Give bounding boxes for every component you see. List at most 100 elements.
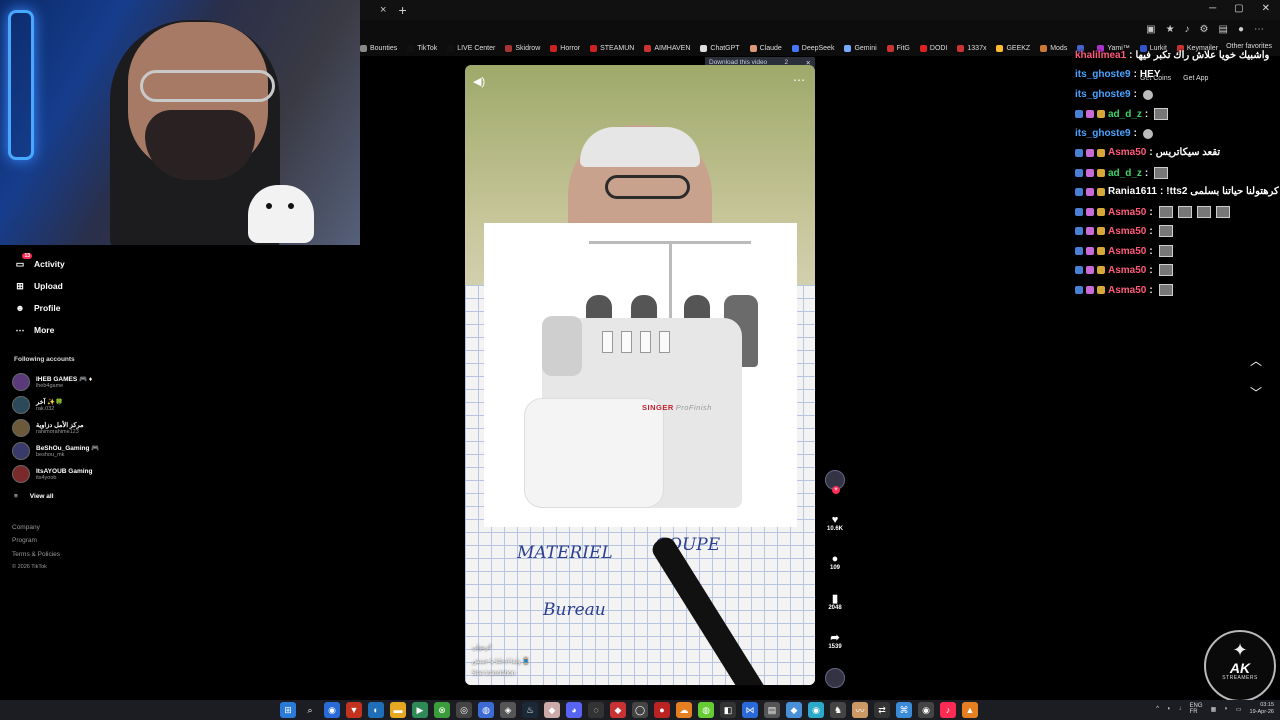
battery-icon[interactable]: ▭ [1236, 706, 1242, 713]
chat-username[interactable]: Rania1611 [1108, 186, 1157, 197]
edge-icon[interactable]: ◉ [324, 702, 340, 718]
following-account[interactable]: ItsAYOUB Gaming its4yoob [12, 465, 92, 483]
bookmark-item[interactable]: Skidrow [505, 44, 540, 52]
bookmark-item[interactable]: TikTok [407, 44, 437, 52]
bookmark-item[interactable]: Bounties [360, 44, 397, 52]
app-icon[interactable]: ◆ [544, 702, 560, 718]
app-icon[interactable]: ● [654, 702, 670, 718]
search-icon[interactable]: ⌕ [302, 702, 318, 718]
split-screen-icon[interactable]: ▣ [1146, 24, 1155, 35]
bookmark-item[interactable]: Gemini [844, 44, 877, 52]
music-disc[interactable] [822, 668, 848, 688]
app-icon[interactable]: ⋈ [742, 702, 758, 718]
edge-active-icon[interactable]: ◐ [368, 702, 384, 718]
app-icon[interactable]: ◍ [698, 702, 714, 718]
app-icon[interactable]: ◧ [720, 702, 736, 718]
chevron-up-icon[interactable]: ^ [1156, 706, 1159, 712]
bookmark-item[interactable]: STEAMUN [590, 44, 634, 52]
tiktok-icon[interactable]: ♪ [940, 702, 956, 718]
get-app-button[interactable]: Get App [1183, 75, 1208, 82]
chat-username[interactable]: its_ghoste9 [1075, 89, 1131, 100]
address-bar[interactable]: ▣ ★ ♪ ⚙ ▤ ● ⋯ [360, 20, 1280, 40]
bookmark-item[interactable]: 1337x [957, 44, 986, 52]
chat-username[interactable]: Asma50 [1108, 246, 1146, 257]
vlc-icon[interactable]: ▲ [962, 702, 978, 718]
footer-company[interactable]: Company [12, 524, 40, 531]
app-icon[interactable]: ♞ [830, 702, 846, 718]
footer-terms[interactable]: Terms & Policies [12, 551, 60, 558]
profile-icon[interactable]: ● [1238, 24, 1244, 35]
app-icon[interactable]: ⌘ [896, 702, 912, 718]
network-icon[interactable]: ▦ [1211, 706, 1217, 713]
comment-button[interactable]: ● 109 [822, 553, 848, 571]
xbox-icon[interactable]: ⊗ [434, 702, 450, 718]
other-favorites[interactable]: Other favorites [1226, 43, 1272, 50]
following-account[interactable]: IHEB GAMES 🎮 ♦ iheb4game [12, 373, 92, 391]
chevron-up-icon[interactable]: ︿ [1250, 352, 1262, 369]
app-icon[interactable]: ▤ [764, 702, 780, 718]
chat-username[interactable]: ad_d_z [1108, 109, 1142, 120]
creator-avatar[interactable]: + [822, 470, 848, 494]
brave-icon[interactable]: ▼ [346, 702, 362, 718]
volume-icon[interactable]: ◖ [1167, 706, 1171, 712]
maximize-icon[interactable]: ▢ [1234, 3, 1243, 14]
like-button[interactable]: ♥ 10.6K [822, 514, 848, 532]
sidebar-item-profile[interactable]: ☻ Profile [14, 302, 60, 314]
following-account[interactable]: مركز الأمل دزاوية rahimorahime123 [12, 419, 84, 437]
app-icon[interactable]: ◆ [786, 702, 802, 718]
app-icon[interactable]: 〰 [852, 702, 868, 718]
chat-username[interactable]: its_ghoste9 [1075, 69, 1131, 80]
see-translation-link[interactable]: See translation [472, 670, 515, 677]
following-account[interactable]: BeShOu_Gaming 🎮 beshou_mk [12, 442, 99, 460]
video-author[interactable]: كرمولي [472, 644, 491, 651]
chat-username[interactable]: Asma50 [1108, 147, 1146, 158]
follow-plus-icon[interactable]: + [832, 486, 840, 494]
chat-username[interactable]: Asma50 [1108, 207, 1146, 218]
sidebar-item-upload[interactable]: ⊞ Upload [14, 280, 63, 292]
more-options-icon[interactable]: ⋯ [793, 73, 805, 87]
bookmark-item[interactable]: DODI [919, 44, 947, 52]
app-icon[interactable]: ☁ [676, 702, 692, 718]
menu-icon[interactable]: ⋯ [1254, 24, 1264, 35]
app-icon[interactable]: ◉ [808, 702, 824, 718]
app-icon[interactable]: ◍ [478, 702, 494, 718]
new-tab-icon[interactable]: + [398, 2, 406, 18]
app-icon[interactable]: ◯ [632, 702, 648, 718]
bookmark-item[interactable]: AIMHAVEN [644, 44, 690, 52]
close-tab-icon[interactable]: × [380, 4, 386, 16]
sidebar-item-more[interactable]: ⋯ More [14, 324, 55, 336]
minimize-icon[interactable]: ─ [1209, 3, 1216, 14]
mic-icon[interactable]: ↓ [1179, 706, 1182, 712]
bookmark-item[interactable]: FitG [886, 44, 910, 52]
share-button[interactable]: ➦ 1539 [822, 631, 848, 650]
following-account[interactable]: آخر ✨🍀 rak.032 [12, 396, 63, 414]
favorite-star-icon[interactable]: ★ [1166, 24, 1175, 35]
collections-icon[interactable]: ▤ [1219, 24, 1228, 35]
bookmark-item[interactable]: Horror [550, 44, 580, 52]
chat-username[interactable]: Asma50 [1108, 265, 1146, 276]
chat-username[interactable]: Asma50 [1108, 285, 1146, 296]
volume-icon[interactable]: ◀) [473, 75, 485, 88]
extensions-icon[interactable]: ⚙ [1200, 24, 1209, 35]
view-all-link[interactable]: ≡ View all [14, 493, 54, 500]
app-icon[interactable]: ◆ [610, 702, 626, 718]
speaker-icon[interactable]: ◗ [1224, 706, 1228, 712]
bookmark-item[interactable]: LIVE Center [447, 44, 495, 52]
chat-username[interactable]: Asma50 [1108, 226, 1146, 237]
video-player[interactable]: SINGER ProFinish MATERIEL COUPE Bureau ◀)… [465, 65, 815, 685]
chat-username[interactable]: ad_d_z [1108, 168, 1142, 179]
chevron-down-icon[interactable]: ﹀ [1250, 384, 1262, 401]
bookmark-item[interactable]: Mods [1040, 44, 1067, 52]
bookmark-item[interactable]: GEEKZ [996, 44, 1030, 52]
save-button[interactable]: ▮ 2048 [822, 592, 848, 611]
start-icon[interactable]: ⊞ [280, 702, 296, 718]
audio-icon[interactable]: ♪ [1185, 24, 1190, 35]
language-indicator[interactable]: ENG FR [1190, 703, 1203, 715]
app-icon[interactable]: ◌ [588, 702, 604, 718]
folder-icon[interactable]: ▬ [390, 702, 406, 718]
app-icon[interactable]: ▶ [412, 702, 428, 718]
sidebar-item-activity[interactable]: ▭ 13 Activity [14, 253, 65, 270]
footer-program[interactable]: Program [12, 537, 37, 544]
discord-icon[interactable]: ◕ [566, 702, 582, 718]
app-icon[interactable]: ⇄ [874, 702, 890, 718]
